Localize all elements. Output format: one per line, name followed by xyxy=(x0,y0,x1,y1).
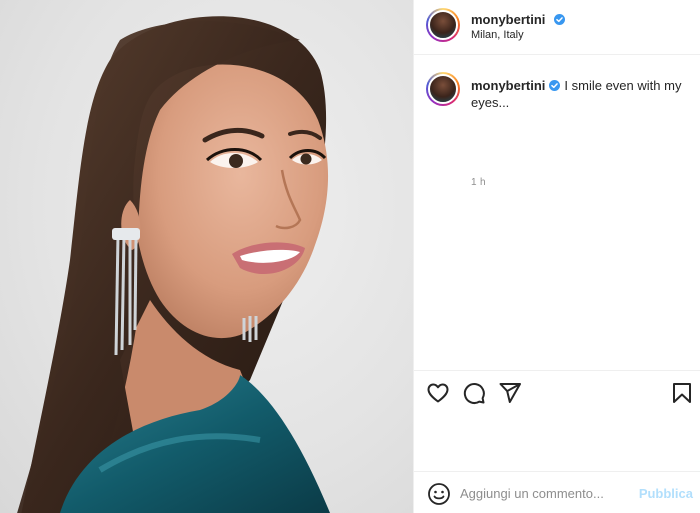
action-bar xyxy=(414,370,700,414)
bookmark-icon[interactable] xyxy=(670,381,694,405)
header-username[interactable]: monybertini xyxy=(471,12,545,27)
comment-input[interactable] xyxy=(460,483,635,503)
location-link[interactable]: Milan, Italy xyxy=(471,29,524,41)
verified-badge-icon xyxy=(549,80,561,91)
caption-text-block: monybertini I smile even with my eyes... xyxy=(471,77,693,111)
caption-username[interactable]: monybertini xyxy=(471,78,545,93)
portrait-image xyxy=(17,16,330,513)
verified-badge-icon xyxy=(553,14,565,25)
post-sidebar: monybertini Milan, Italy monybertini I s… xyxy=(413,0,700,513)
post-photo[interactable] xyxy=(0,0,413,513)
caption-section: monybertini I smile even with my eyes...… xyxy=(414,55,700,370)
caption-avatar[interactable] xyxy=(426,72,460,106)
post-header: monybertini Milan, Italy xyxy=(414,0,700,55)
avatar[interactable] xyxy=(426,8,460,42)
comment-icon[interactable] xyxy=(462,381,486,405)
heart-icon[interactable] xyxy=(426,381,450,405)
comment-form: Pubblica xyxy=(414,471,700,513)
paper-plane-icon[interactable] xyxy=(498,381,522,405)
post-timestamp[interactable]: 1 h xyxy=(471,177,486,188)
emoji-icon[interactable] xyxy=(427,482,451,506)
publish-button[interactable]: Pubblica xyxy=(639,486,693,501)
